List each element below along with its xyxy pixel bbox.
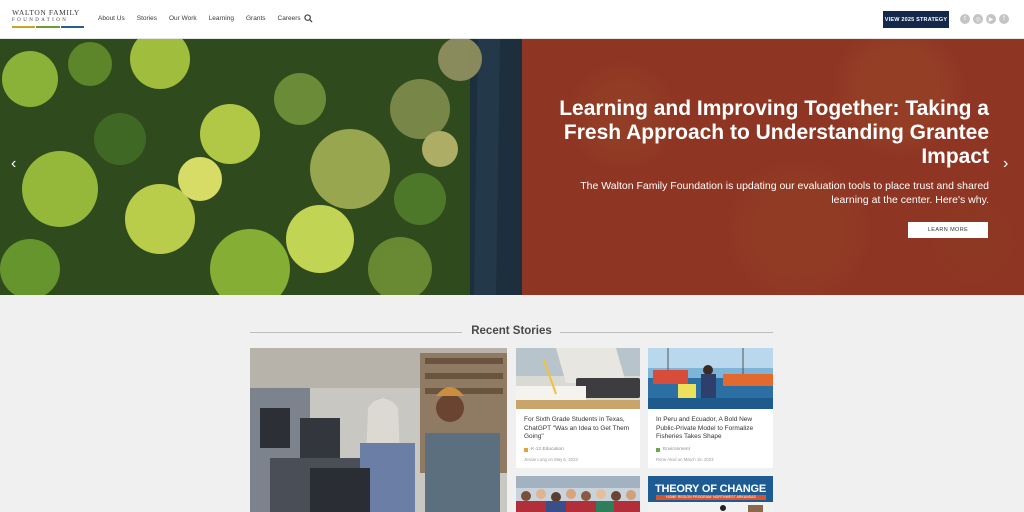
social-links: t ◎ ▶ f bbox=[960, 14, 1009, 24]
main-nav: About Us Stories Our Work Learning Grant… bbox=[98, 15, 313, 22]
view-strategy-button[interactable]: VIEW 2025 STRATEGY bbox=[883, 11, 949, 28]
students-computer-lab-image bbox=[250, 348, 507, 512]
story-card[interactable]: In Peru and Ecuador, A Bold New Public-P… bbox=[648, 348, 773, 468]
section-title: Recent Stories bbox=[471, 325, 552, 337]
category-dot bbox=[656, 447, 660, 452]
category-label[interactable]: Environment bbox=[663, 447, 690, 452]
site-header: WALTON FAMILY FOUNDATION About Us Storie… bbox=[0, 0, 1024, 39]
hero-carousel: Learning and Improving Together: Taking … bbox=[0, 39, 1024, 295]
story-title[interactable]: In Peru and Ecuador, A Bold New Public-P… bbox=[656, 416, 767, 442]
nav-grants[interactable]: Grants bbox=[246, 15, 266, 22]
student-writing-image bbox=[516, 348, 640, 409]
carousel-next-icon[interactable]: › bbox=[1003, 156, 1008, 172]
fishermen-boat-image bbox=[648, 348, 773, 409]
story-card[interactable]: For Sixth Grade Students in Texas, ChatG… bbox=[516, 348, 640, 468]
youtube-icon[interactable]: ▶ bbox=[986, 14, 996, 24]
theory-of-change-strip: HOME REGION PROGRAM: NORTHWEST ARKANSAS bbox=[656, 495, 766, 500]
group-photo-image bbox=[516, 476, 640, 512]
theory-of-change-card[interactable]: THEORY OF CHANGE HOME REGION PROGRAM: NO… bbox=[648, 476, 773, 512]
theory-of-change-title: THEORY OF CHANGE bbox=[654, 483, 767, 495]
story-title[interactable]: For Sixth Grade Students in Texas, ChatG… bbox=[524, 416, 634, 442]
featured-story-image[interactable] bbox=[250, 348, 507, 512]
learn-more-button[interactable]: LEARN MORE bbox=[908, 222, 988, 238]
logo[interactable]: WALTON FAMILY FOUNDATION bbox=[12, 8, 84, 28]
logo-color-bars bbox=[12, 26, 84, 28]
logo-line1: WALTON FAMILY bbox=[12, 8, 80, 17]
twitter-icon[interactable]: t bbox=[960, 14, 970, 24]
search-icon[interactable] bbox=[304, 14, 313, 23]
landscape-image bbox=[648, 502, 773, 512]
nav-about-us[interactable]: About Us bbox=[98, 15, 125, 22]
carousel-prev-icon[interactable]: ‹ bbox=[11, 156, 16, 172]
nav-our-work[interactable]: Our Work bbox=[169, 15, 197, 22]
nav-careers[interactable]: Careers bbox=[278, 15, 301, 22]
recent-stories-header: Recent Stories bbox=[250, 324, 773, 340]
logo-line2: FOUNDATION bbox=[12, 18, 69, 23]
story-meta: Rene Alcid on March 15, 2023 bbox=[656, 457, 714, 462]
instagram-icon[interactable]: ◎ bbox=[973, 14, 983, 24]
story-meta: Jessie Long on May 6, 2023 bbox=[524, 457, 578, 462]
nav-learning[interactable]: Learning bbox=[209, 15, 234, 22]
category-label[interactable]: K-12 Education bbox=[531, 447, 564, 452]
hero-title: Learning and Improving Together: Taking … bbox=[559, 97, 989, 168]
hero-forest-image bbox=[0, 39, 522, 295]
category-dot bbox=[524, 447, 528, 452]
hero-subtitle: The Walton Family Foundation is updating… bbox=[580, 180, 989, 206]
nav-stories[interactable]: Stories bbox=[137, 15, 157, 22]
story-category: K-12 Education bbox=[524, 447, 564, 452]
story-card[interactable] bbox=[516, 476, 640, 512]
story-category: Environment bbox=[656, 447, 690, 452]
facebook-icon[interactable]: f bbox=[999, 14, 1009, 24]
